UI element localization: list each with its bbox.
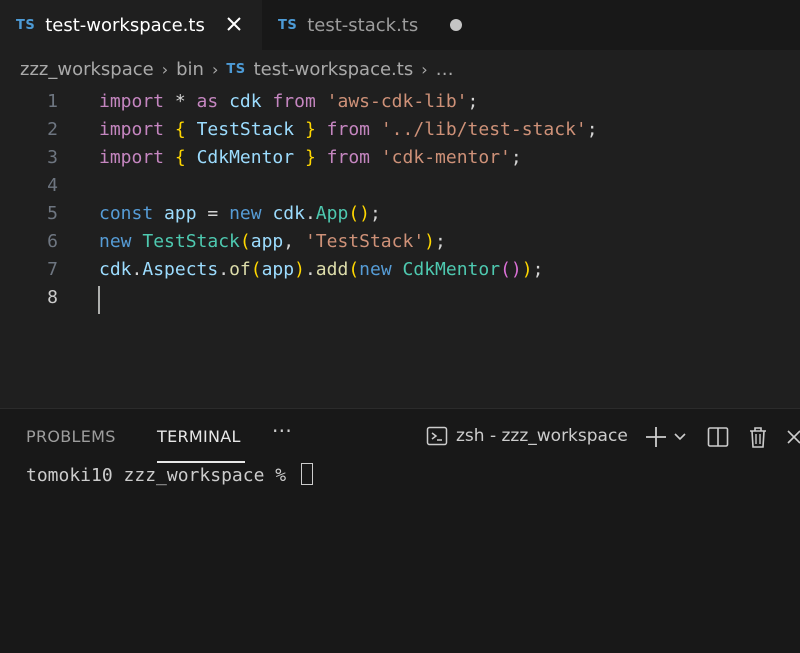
- chevron-right-icon: ›: [421, 59, 428, 79]
- breadcrumb-more[interactable]: …: [436, 59, 454, 80]
- code-text: new TestStack(app, 'TestStack');: [99, 231, 446, 252]
- typescript-icon: TS: [16, 17, 36, 33]
- editor-tab-bar: TS test-workspace.ts TS test-stack.ts: [0, 0, 800, 50]
- tab-label: test-workspace.ts: [45, 14, 205, 36]
- code-text: import { CdkMentor } from 'cdk-mentor';: [99, 147, 522, 168]
- code-line[interactable]: 6 new TestStack(app, 'TestStack');: [0, 228, 800, 256]
- code-line[interactable]: 2 import { TestStack } from '../lib/test…: [0, 116, 800, 144]
- split-terminal-icon[interactable]: [704, 423, 732, 451]
- plus-icon[interactable]: [642, 423, 670, 451]
- chevron-down-icon[interactable]: [672, 423, 688, 451]
- tab-problems[interactable]: PROBLEMS: [26, 427, 116, 446]
- tab-label: test-stack.ts: [307, 14, 419, 36]
- bottom-panel: PROBLEMS TERMINAL ··· zsh - zzz_workspac…: [0, 408, 800, 653]
- close-icon[interactable]: [784, 423, 800, 451]
- code-text: import { TestStack } from '../lib/test-s…: [99, 119, 598, 140]
- chevron-right-icon: ›: [211, 59, 219, 79]
- line-number: 7: [47, 259, 58, 280]
- terminal-name: zsh - zzz_workspace: [456, 426, 628, 446]
- code-line[interactable]: 7 cdk.Aspects.of(app).add(new CdkMentor(…: [0, 256, 800, 284]
- chevron-right-icon: ›: [161, 59, 169, 79]
- terminal-icon: [426, 426, 448, 446]
- line-number: 6: [47, 231, 58, 252]
- code-line[interactable]: 3 import { CdkMentor } from 'cdk-mentor'…: [0, 144, 800, 172]
- code-line[interactable]: 4: [0, 172, 800, 200]
- code-editor[interactable]: 1 import * as cdk from 'aws-cdk-lib'; 2 …: [0, 88, 800, 406]
- text-cursor: [98, 286, 100, 314]
- terminal-cursor: [300, 463, 313, 485]
- terminal-prompt: tomoki10 zzz_workspace %: [26, 465, 297, 486]
- tab-terminal[interactable]: TERMINAL: [157, 427, 241, 446]
- more-actions-icon[interactable]: ···: [272, 419, 292, 443]
- breadcrumb: zzz_workspace › bin › TS test-workspace.…: [0, 50, 800, 88]
- breadcrumb-file[interactable]: test-workspace.ts: [254, 59, 414, 80]
- typescript-icon: TS: [278, 17, 298, 33]
- typescript-icon: TS: [226, 61, 246, 77]
- terminal-output[interactable]: tomoki10 zzz_workspace %: [26, 463, 313, 486]
- code-line[interactable]: 5 const app = new cdk.App();: [0, 200, 800, 228]
- code-text: const app = new cdk.App();: [99, 203, 381, 224]
- code-line[interactable]: 1 import * as cdk from 'aws-cdk-lib';: [0, 88, 800, 116]
- tab-test-workspace[interactable]: TS test-workspace.ts: [0, 0, 262, 50]
- line-number: 5: [47, 203, 58, 224]
- close-icon[interactable]: [222, 12, 246, 36]
- tab-test-stack[interactable]: TS test-stack.ts: [262, 0, 482, 50]
- code-text: cdk.Aspects.of(app).add(new CdkMentor())…: [99, 259, 544, 280]
- line-number: 2: [47, 119, 58, 140]
- line-number: 8: [47, 287, 58, 308]
- unsaved-dot-icon[interactable]: [450, 19, 462, 31]
- terminal-selector[interactable]: zsh - zzz_workspace: [426, 425, 628, 447]
- line-number: 4: [47, 175, 58, 196]
- trash-icon[interactable]: [744, 423, 772, 451]
- line-number: 1: [47, 91, 58, 112]
- code-text: import * as cdk from 'aws-cdk-lib';: [99, 91, 479, 112]
- breadcrumb-folder-bin[interactable]: bin: [176, 59, 204, 80]
- line-number: 3: [47, 147, 58, 168]
- code-line[interactable]: 8: [0, 284, 800, 312]
- breadcrumb-folder-workspace[interactable]: zzz_workspace: [20, 59, 154, 80]
